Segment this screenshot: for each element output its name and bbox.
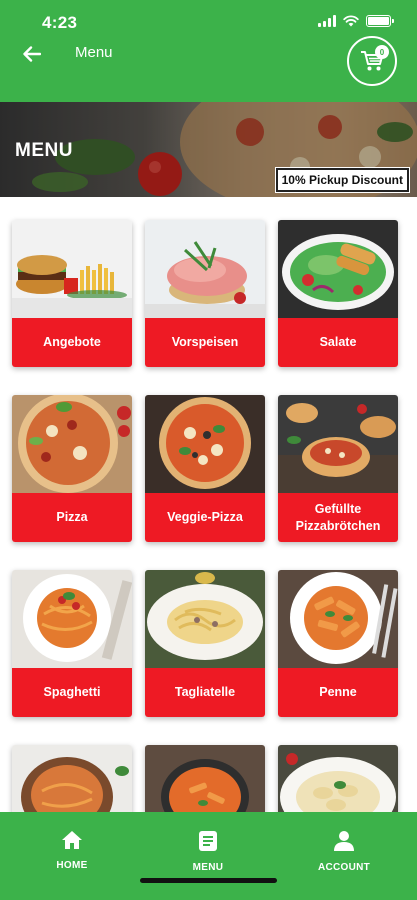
menu-banner: MENU 10% Pickup Discount bbox=[0, 102, 417, 197]
page-title: Menu bbox=[75, 44, 113, 61]
status-time: 4:23 bbox=[42, 13, 78, 32]
bottom-navigation: HOME MENU ACCOUNT bbox=[0, 812, 417, 900]
pickup-discount-badge: 10% Pickup Discount bbox=[274, 167, 411, 193]
category-card-gefuellte-pizzabroetchen[interactable]: Gefüllte Pizzabrötchen bbox=[278, 395, 398, 542]
tab-home-label: HOME bbox=[56, 860, 88, 871]
arrow-left-icon bbox=[23, 46, 41, 62]
category-label: Penne bbox=[278, 668, 398, 717]
top-app-bar: 4:23 Menu 0 bbox=[0, 0, 417, 102]
category-card-tagliatelle[interactable]: Tagliatelle bbox=[145, 570, 265, 717]
home-indicator bbox=[140, 878, 277, 883]
spaghetti-image bbox=[12, 570, 132, 668]
tagliatelle-image bbox=[145, 570, 265, 668]
home-icon bbox=[62, 831, 82, 849]
banner-title: MENU bbox=[15, 140, 73, 161]
vorspeisen-image bbox=[145, 220, 265, 318]
tab-account-label: ACCOUNT bbox=[317, 862, 371, 873]
category-card-penne[interactable]: Penne bbox=[278, 570, 398, 717]
category-card-spaghetti[interactable]: Spaghetti bbox=[12, 570, 132, 717]
pizza-image bbox=[12, 395, 132, 493]
tab-account[interactable]: ACCOUNT bbox=[294, 830, 394, 873]
battery-icon bbox=[366, 15, 394, 27]
category-label: Veggie-Pizza bbox=[145, 493, 265, 542]
category-card-angebote[interactable]: Angebote bbox=[12, 220, 132, 367]
category-label: Salate bbox=[278, 318, 398, 367]
angebote-image bbox=[12, 220, 132, 318]
veggie-pizza-image bbox=[145, 395, 265, 493]
category-label: Vorspeisen bbox=[145, 318, 265, 367]
user-icon bbox=[334, 831, 354, 851]
status-icons bbox=[318, 15, 394, 27]
category-card-pizza[interactable]: Pizza bbox=[12, 395, 132, 542]
category-card-salate[interactable]: Salate bbox=[278, 220, 398, 367]
category-card-vorspeisen[interactable]: Vorspeisen bbox=[145, 220, 265, 367]
menu-screen: 4:23 Menu 0 MENU 10% Pickup Discount Ang… bbox=[0, 0, 417, 900]
cellular-signal-icon bbox=[318, 15, 336, 27]
wifi-icon bbox=[343, 15, 359, 27]
pizzabroetchen-image bbox=[278, 395, 398, 493]
salate-image bbox=[278, 220, 398, 318]
category-label: Pizza bbox=[12, 493, 132, 542]
status-bar: 4:23 bbox=[0, 0, 417, 44]
category-card-veggie-pizza[interactable]: Veggie-Pizza bbox=[145, 395, 265, 542]
category-label: Spaghetti bbox=[12, 668, 132, 717]
back-button[interactable] bbox=[18, 40, 46, 68]
tab-menu[interactable]: MENU bbox=[158, 830, 258, 873]
category-label: Tagliatelle bbox=[145, 668, 265, 717]
penne-image bbox=[278, 570, 398, 668]
tab-home[interactable]: HOME bbox=[22, 830, 122, 871]
cart-button[interactable]: 0 bbox=[347, 36, 397, 86]
cart-count-badge: 0 bbox=[375, 45, 389, 59]
tab-menu-label: MENU bbox=[192, 862, 224, 873]
category-label: Angebote bbox=[12, 318, 132, 367]
category-label: Gefüllte Pizzabrötchen bbox=[278, 493, 398, 542]
menu-document-icon bbox=[199, 831, 217, 851]
